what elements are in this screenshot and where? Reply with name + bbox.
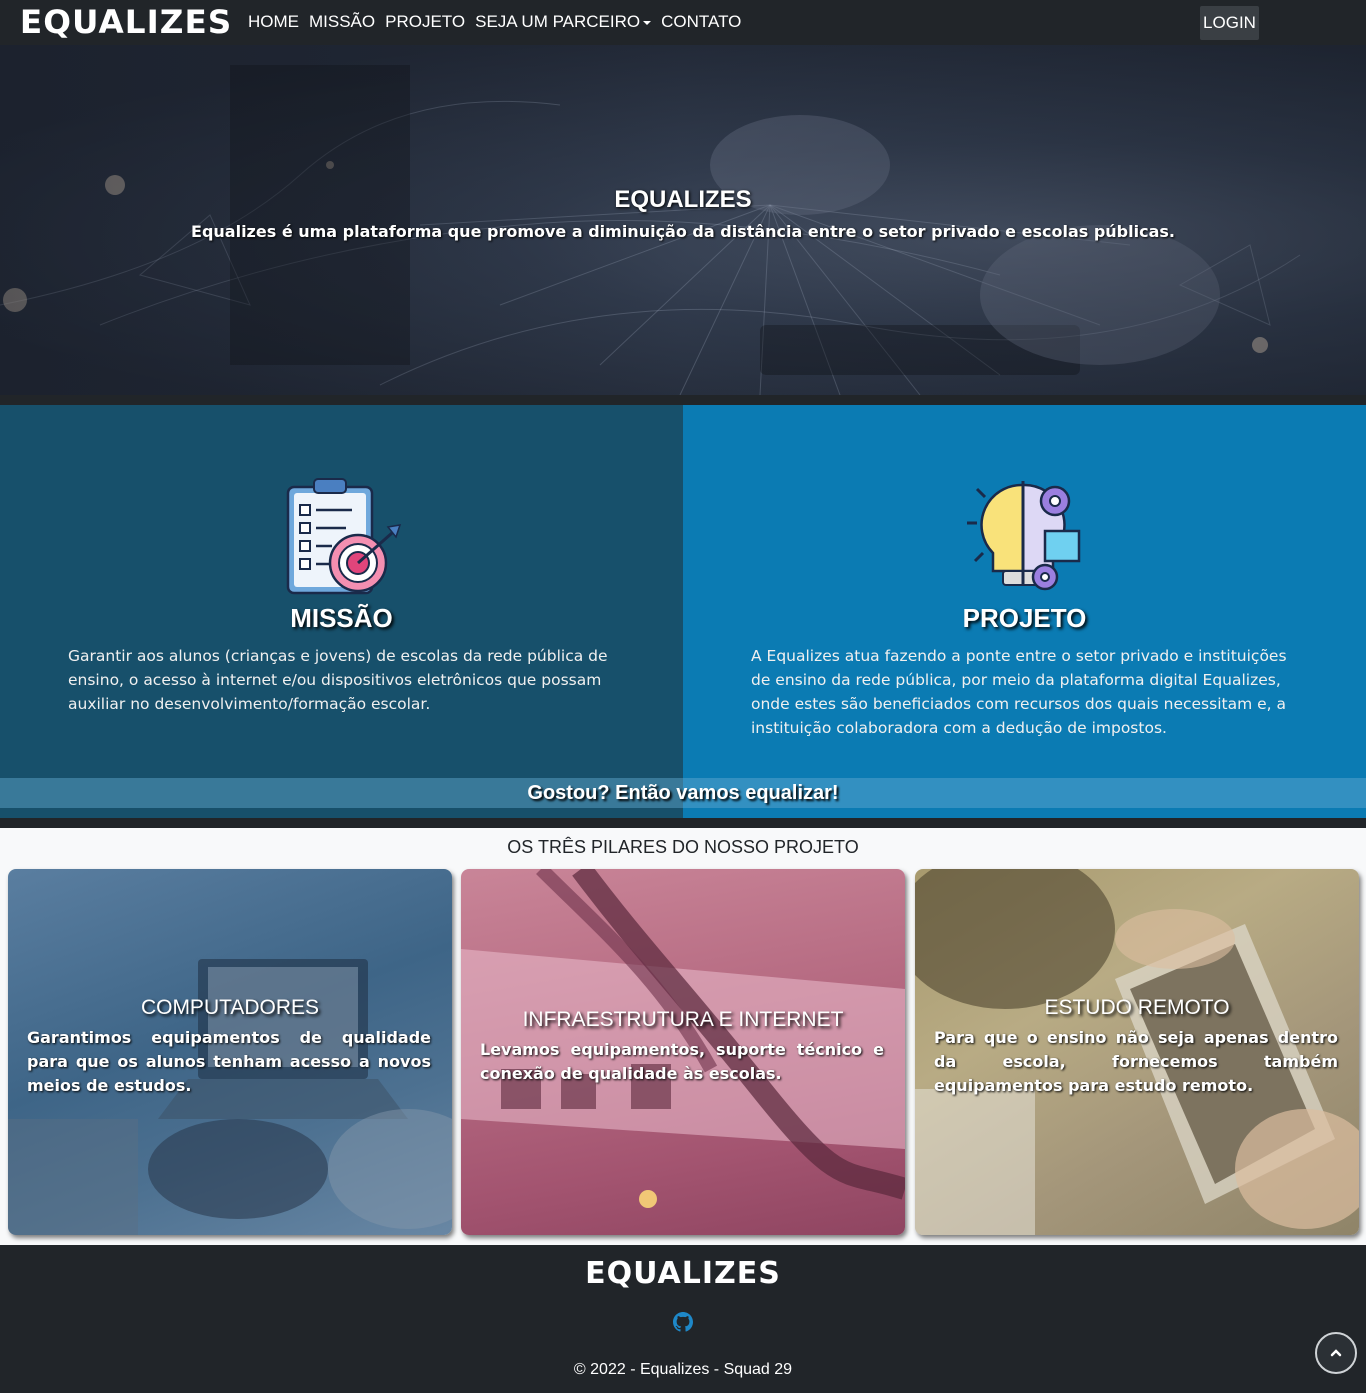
brand-logo[interactable]: EQUALIZES [19,3,233,41]
lightbulb-gears-icon [967,481,1081,591]
nav-projeto[interactable]: PROJETO [385,12,465,32]
mission-text: Garantir aos alunos (crianças e jovens) … [68,647,608,713]
mission-title: MISSÃO [290,603,393,633]
back-to-top-button[interactable] [1315,1332,1357,1374]
navbar: EQUALIZES HOME MISSÃO PROJETO SEJA UM PA… [0,0,1366,45]
project-panel: PROJETO A Equalizes atua fazendo a ponte… [683,405,1366,818]
hero-subtitle: Equalizes é uma plataforma que promove a… [191,222,1175,241]
pillar-card-infraestrutura: INFRAESTRUTURA E INTERNET Levamos equipa… [461,869,905,1235]
nav-contato[interactable]: CONTATO [661,12,741,32]
pillar-text-computadores: Garantimos equipamentos de qualidade par… [27,1028,431,1095]
project-title: PROJETO [962,603,1087,633]
pillar-card-estudo-remoto: ESTUDO REMOTO Para que o ensino não seja… [915,869,1359,1235]
hero-title: EQUALIZES [614,186,752,213]
pillar-text-estudo-remoto: Para que o ensino não seja apenas dentro… [934,1028,1338,1095]
nav-home[interactable]: HOME [248,12,299,32]
pillar-title-infraestrutura: INFRAESTRUTURA E INTERNET [522,1008,844,1031]
nav-parceiro-label: SEJA UM PARCEIRO [475,12,641,31]
nav-links: HOME MISSÃO PROJETO SEJA UM PARCEIRO CON… [248,12,751,32]
pillar-text-infraestrutura: Levamos equipamentos, suporte técnico e … [480,1040,884,1083]
footer-brand-logo[interactable]: EQUALIZES [0,1256,1366,1291]
github-icon[interactable] [673,1312,693,1332]
mission-panel: MISSÃO Garantir aos alunos (crianças e j… [0,405,683,818]
pillars-title: OS TRÊS PILARES DO NOSSO PROJETO [507,837,859,857]
cta-banner: Gostou? Então vamos equalizar! [0,778,1366,808]
nav-parceiro-dropdown[interactable]: SEJA UM PARCEIRO [475,12,652,32]
caret-down-icon [643,20,652,25]
nav-missao[interactable]: MISSÃO [309,12,375,32]
login-button[interactable]: LOGIN [1200,6,1259,40]
footer: EQUALIZES © 2022 - Equalizes - Squad 29 [0,1245,1366,1393]
pillars-section: OS TRÊS PILARES DO NOSSO PROJETO COMPUTA… [0,828,1366,1245]
pillar-title-computadores: COMPUTADORES [140,996,320,1019]
project-text: A Equalizes atua fazendo a ponte entre o… [751,647,1287,737]
chevron-up-icon [1330,1349,1342,1357]
mission-project-section: MISSÃO Garantir aos alunos (crianças e j… [0,405,1366,818]
copyright-text: © 2022 - Equalizes - Squad 29 [573,1361,793,1378]
hero-overlay [0,45,1366,395]
clipboard-target-icon [286,478,402,595]
pillar-title-estudo-remoto: ESTUDO REMOTO [1044,996,1230,1019]
hero-banner: EQUALIZES Equalizes é uma plataforma que… [0,45,1366,395]
pillar-card-computadores: COMPUTADORES Garantimos equipamentos de … [8,869,452,1235]
brand-text: EQUALIZES [19,3,233,41]
